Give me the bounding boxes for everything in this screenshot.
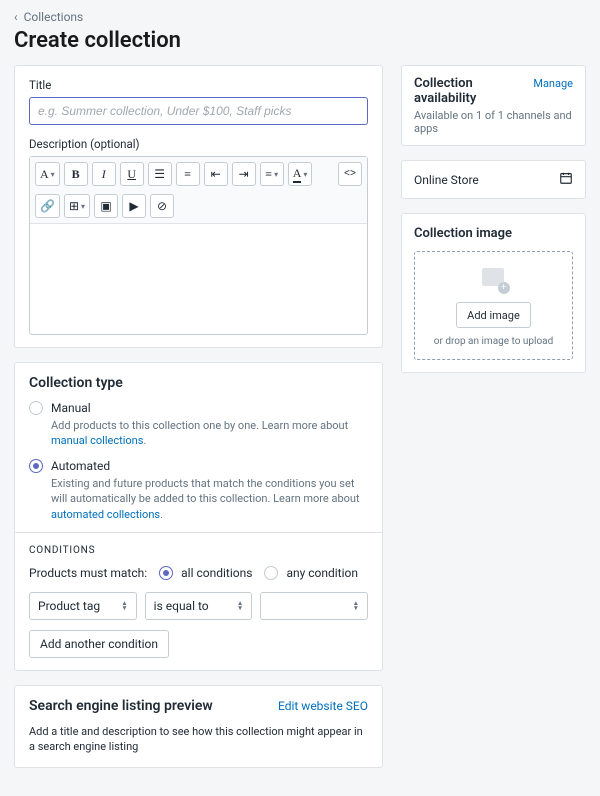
any-condition-radio[interactable]: any condition — [264, 566, 358, 580]
availability-sub: Available on 1 of 1 channels and apps — [414, 109, 573, 135]
collection-type-card: Collection type Manual Add products to t… — [14, 362, 383, 671]
radio-icon — [29, 459, 43, 473]
description-textarea[interactable] — [30, 224, 367, 334]
title-input[interactable] — [29, 97, 368, 125]
edit-seo-link[interactable]: Edit website SEO — [278, 699, 368, 713]
condition-field-select[interactable]: Product tag ▲▼ — [29, 592, 137, 620]
manual-radio-row[interactable]: Manual — [29, 401, 368, 415]
automated-desc: Existing and future products that match … — [51, 476, 368, 522]
sort-caret-icon: ▲▼ — [121, 601, 127, 611]
availability-title: Collection availability — [414, 76, 533, 106]
collection-image-card: Collection image + Add image or drop an … — [401, 213, 586, 373]
automated-collections-link[interactable]: automated collections — [51, 508, 160, 521]
title-description-card: Title Description (optional) A▾ B I U ☰ … — [14, 65, 383, 348]
match-row: Products must match: all conditions any … — [29, 566, 368, 580]
breadcrumb-label: Collections — [24, 10, 84, 24]
manage-link[interactable]: Manage — [533, 77, 573, 90]
manual-desc: Add products to this collection one by o… — [51, 418, 368, 449]
indent-icon: ⇥ — [239, 167, 249, 182]
page-title: Create collection — [14, 28, 586, 53]
indent-button[interactable]: ⇥ — [232, 162, 256, 186]
clear-format-button[interactable]: ⊘ — [150, 194, 174, 218]
link-icon: 🔗 — [40, 199, 55, 214]
calendar-icon[interactable] — [559, 171, 573, 188]
condition-operator-select[interactable]: is equal to ▲▼ — [145, 592, 253, 620]
collection-image-title: Collection image — [414, 226, 573, 241]
conditions-header: CONDITIONS — [29, 545, 368, 556]
seo-title: Search engine listing preview — [29, 698, 213, 714]
link-button[interactable]: 🔗 — [35, 194, 60, 218]
automated-label: Automated — [51, 459, 110, 473]
collection-type-title: Collection type — [29, 375, 368, 391]
format-dropdown[interactable]: A▾ — [35, 162, 60, 186]
video-icon: ▶ — [129, 199, 138, 214]
underline-button[interactable]: U — [120, 162, 144, 186]
radio-icon — [29, 401, 43, 415]
image-button[interactable]: ▣ — [94, 194, 118, 218]
add-condition-button[interactable]: Add another condition — [29, 630, 169, 658]
editor-toolbar: A▾ B I U ☰ ≡ ⇤ ⇥ ≡▾ A▾ <> 🔗 ⊞▾ ▣ ▶ — [30, 157, 367, 224]
numbered-list-button[interactable]: ≡ — [176, 162, 200, 186]
chevron-left-icon: ‹ — [14, 11, 18, 23]
clear-format-icon: ⊘ — [157, 199, 167, 214]
online-store-label: Online Store — [414, 173, 479, 187]
italic-button[interactable]: I — [92, 162, 116, 186]
bullet-list-icon: ☰ — [154, 167, 165, 182]
all-conditions-radio[interactable]: all conditions — [159, 566, 252, 580]
table-icon: ⊞ — [69, 199, 79, 214]
add-image-button[interactable]: Add image — [456, 302, 531, 328]
radio-icon — [159, 566, 173, 580]
outdent-icon: ⇤ — [211, 167, 221, 182]
online-store-card: Online Store — [401, 160, 586, 199]
condition-value-select[interactable]: ▲▼ — [260, 592, 368, 620]
seo-card: Search engine listing preview Edit websi… — [14, 685, 383, 768]
radio-icon — [264, 566, 278, 580]
align-dropdown[interactable]: ≡▾ — [260, 162, 284, 186]
image-dropzone[interactable]: + Add image or drop an image to upload — [414, 251, 573, 360]
drop-text: or drop an image to upload — [423, 336, 564, 347]
title-label: Title — [29, 78, 368, 92]
description-label: Description (optional) — [29, 137, 368, 151]
text-color-dropdown[interactable]: A▾ — [288, 162, 313, 186]
sort-caret-icon: ▲▼ — [237, 601, 243, 611]
bold-button[interactable]: B — [64, 162, 88, 186]
breadcrumb-back[interactable]: ‹ Collections — [14, 10, 586, 24]
automated-radio-row[interactable]: Automated — [29, 459, 368, 473]
condition-row: Product tag ▲▼ is equal to ▲▼ ▲▼ — [29, 592, 368, 620]
availability-card: Collection availability Manage Available… — [401, 65, 586, 146]
align-icon: ≡ — [265, 167, 272, 182]
seo-desc: Add a title and description to see how t… — [29, 724, 368, 755]
image-icon: ▣ — [100, 199, 111, 214]
manual-label: Manual — [51, 401, 91, 415]
manual-collections-link[interactable]: manual collections — [51, 434, 143, 447]
table-dropdown[interactable]: ⊞▾ — [64, 194, 90, 218]
outdent-button[interactable]: ⇤ — [204, 162, 228, 186]
numbered-list-icon: ≡ — [184, 167, 191, 182]
bullet-list-button[interactable]: ☰ — [148, 162, 172, 186]
video-button[interactable]: ▶ — [122, 194, 146, 218]
match-label: Products must match: — [29, 566, 147, 580]
sort-caret-icon: ▲▼ — [353, 601, 359, 611]
description-editor: A▾ B I U ☰ ≡ ⇤ ⇥ ≡▾ A▾ <> 🔗 ⊞▾ ▣ ▶ — [29, 156, 368, 335]
image-placeholder-icon: + — [480, 268, 508, 292]
code-view-button[interactable]: <> — [338, 162, 362, 186]
